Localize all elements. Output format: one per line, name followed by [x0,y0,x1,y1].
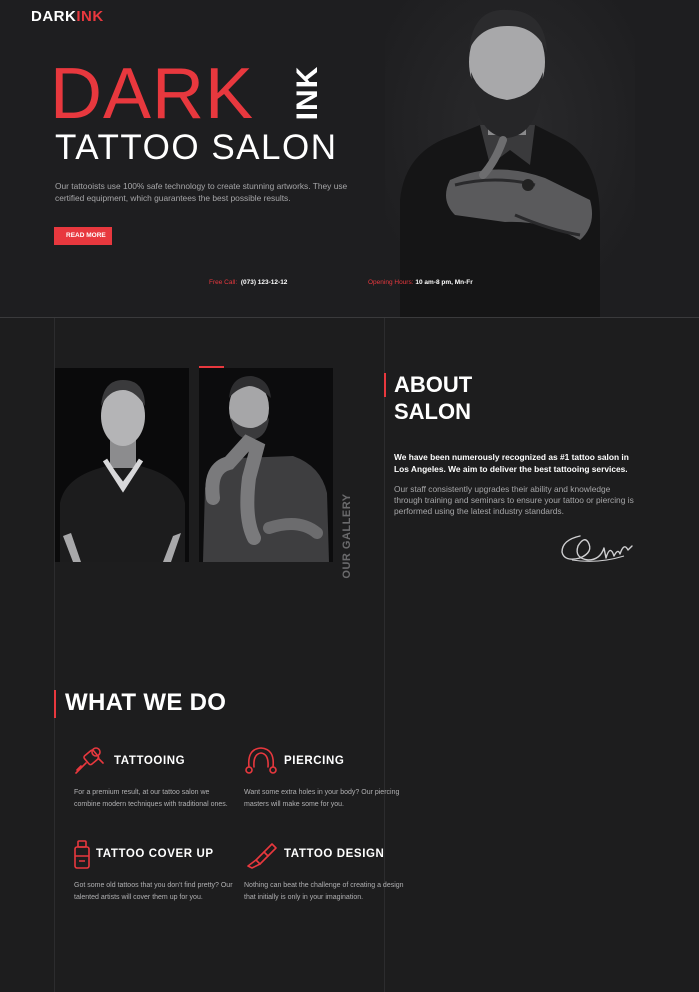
ink-bottle-icon [74,840,90,869]
hero-title-dark: DARK [50,54,255,134]
services-accent-bar [54,690,56,718]
services-title: WHAT WE DO [65,689,227,716]
gallery-photo-2[interactable] [199,368,333,562]
service-desc-tattooing: For a premium result, at our tattoo salo… [74,789,228,808]
service-title-cover-up: TATTOO COVER UP [96,848,214,860]
about-accent-bar [384,373,386,397]
piercing-ring-icon [245,747,277,774]
hours-value: 10 am-8 pm, Mn-Fr [415,279,473,286]
about-title: ABOUT SALON [394,372,473,424]
hero-portrait [385,0,635,317]
logo[interactable]: DARKINK [31,8,104,25]
service-title-piercing: PIERCING [284,755,345,767]
hero-description: Our tattooists use 100% safe technology … [55,181,348,203]
design-brush-icon [247,843,277,869]
service-desc-cover-up: Got some old tattoos that you don't find… [74,882,233,901]
service-desc-piercing: Want some extra holes in your body? Our … [244,789,400,808]
hero-title-ink: INK [291,65,324,121]
gallery-label[interactable]: OUR GALLERY [334,493,360,578]
gallery-photo-1[interactable] [55,368,189,562]
about-lead: We have been numerously recognized as #1… [394,452,629,474]
service-title-design: TATTOO DESIGN [284,848,385,860]
service-desc-design: Nothing can beat the challenge of creati… [244,882,404,901]
about-text: Our staff consistently upgrades their ab… [394,484,634,516]
read-more-button[interactable]: READ MORE [54,227,112,245]
opening-hours: Opening Hours: 10 am-8 pm, Mn-Fr [368,279,473,286]
free-call-value: (073) 123-12-12 [240,279,288,286]
hero-subtitle: TATTOO SALON [55,128,338,167]
hours-label: Opening Hours: [368,279,414,286]
hero-divider [0,317,699,318]
signature-image [561,535,633,562]
service-title-tattooing: TATTOOING [114,755,186,767]
free-call-label: Free Call: [209,279,238,286]
tattoo-machine-icon [75,747,104,774]
free-call[interactable]: Free Call: (073) 123-12-12 [209,279,287,286]
